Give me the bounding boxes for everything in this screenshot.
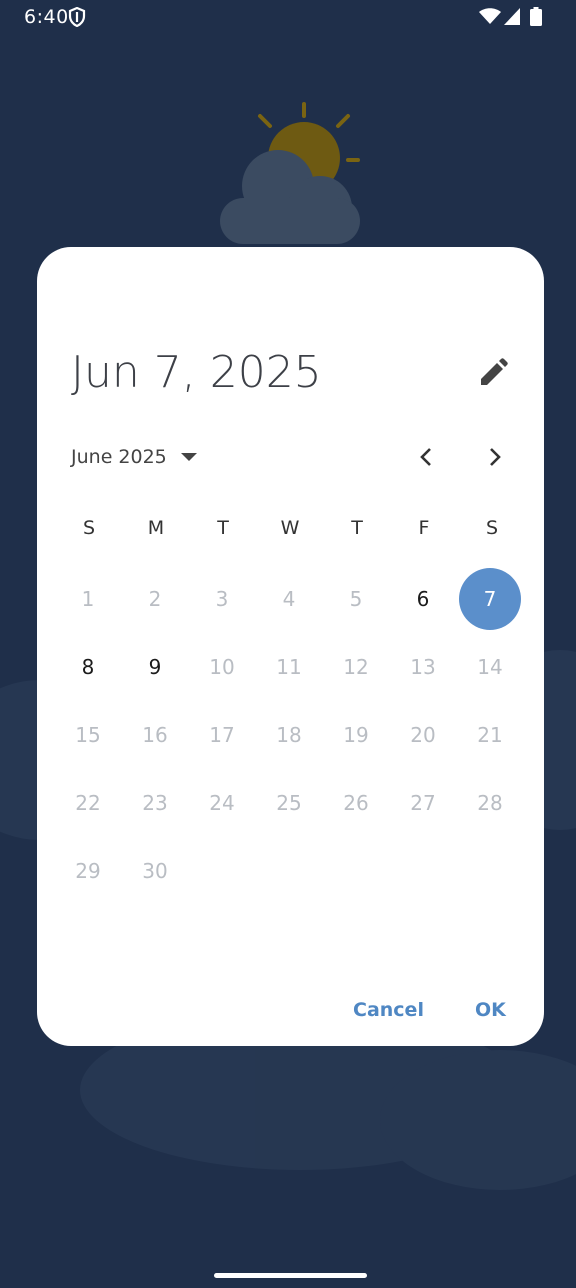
calendar-day-selected[interactable]: 7 <box>459 568 521 630</box>
wifi-icon <box>479 8 501 24</box>
calendar-day: 5 <box>349 587 363 611</box>
calendar-day: 14 <box>477 655 503 679</box>
weekday-wed: W <box>280 517 300 539</box>
calendar-day: 19 <box>343 723 369 747</box>
calendar-day: 1 <box>81 587 95 611</box>
weekday-fri: F <box>418 517 430 539</box>
weekday-tue: T <box>217 517 229 539</box>
status-bar: 6:40 <box>0 0 576 34</box>
calendar-day: 13 <box>410 655 436 679</box>
weekday-header-row: S M T W T F S <box>54 517 525 547</box>
calendar-day: 30 <box>142 859 168 883</box>
gesture-nav-handle[interactable] <box>214 1273 367 1278</box>
calendar-day[interactable]: 8 <box>58 637 118 697</box>
weekday-thu: T <box>351 517 363 539</box>
calendar-day: 10 <box>209 655 235 679</box>
status-time: 6:40 <box>24 6 69 28</box>
calendar-day: 18 <box>276 723 302 747</box>
month-year-label: June 2025 <box>71 446 167 468</box>
calendar-day: 24 <box>209 791 235 815</box>
calendar-day[interactable]: 6 <box>393 569 453 629</box>
calendar-day: 15 <box>75 723 101 747</box>
calendar-day: 2 <box>148 587 162 611</box>
calendar-day: 25 <box>276 791 302 815</box>
calendar-day: 27 <box>410 791 436 815</box>
weekday-sun: S <box>82 517 96 539</box>
ok-button[interactable]: OK <box>475 993 506 1027</box>
selected-date-header: Jun 7, 2025 <box>71 347 322 398</box>
calendar-day: 23 <box>142 791 168 815</box>
chevron-left-icon[interactable] <box>413 443 441 471</box>
shield-icon <box>68 7 86 27</box>
cancel-button[interactable]: Cancel <box>353 993 424 1027</box>
calendar-day: 4 <box>282 587 296 611</box>
calendar-day: 28 <box>477 791 503 815</box>
calendar-day: 29 <box>75 859 101 883</box>
caret-down-icon <box>180 453 197 461</box>
weekday-mon: M <box>147 517 165 539</box>
pencil-icon[interactable] <box>473 355 513 395</box>
calendar-day: 22 <box>75 791 101 815</box>
signal-icon <box>504 8 520 25</box>
calendar-day: 3 <box>215 587 229 611</box>
calendar-day: 12 <box>343 655 369 679</box>
battery-icon <box>530 7 542 26</box>
calendar-day: 16 <box>142 723 168 747</box>
calendar-day: 21 <box>477 723 503 747</box>
calendar-day: 20 <box>410 723 436 747</box>
calendar-day: 17 <box>209 723 235 747</box>
date-picker-dialog: Jun 7, 2025 June 2025 S M T W T F S 1234… <box>37 247 544 1046</box>
month-year-selector[interactable]: June 2025 <box>71 443 197 471</box>
calendar-day: 11 <box>276 655 302 679</box>
sun-cloud-icon <box>220 102 360 244</box>
chevron-right-icon[interactable] <box>480 443 508 471</box>
calendar-day[interactable]: 9 <box>125 637 185 697</box>
weekday-sat: S <box>485 517 499 539</box>
calendar-day: 26 <box>343 791 369 815</box>
